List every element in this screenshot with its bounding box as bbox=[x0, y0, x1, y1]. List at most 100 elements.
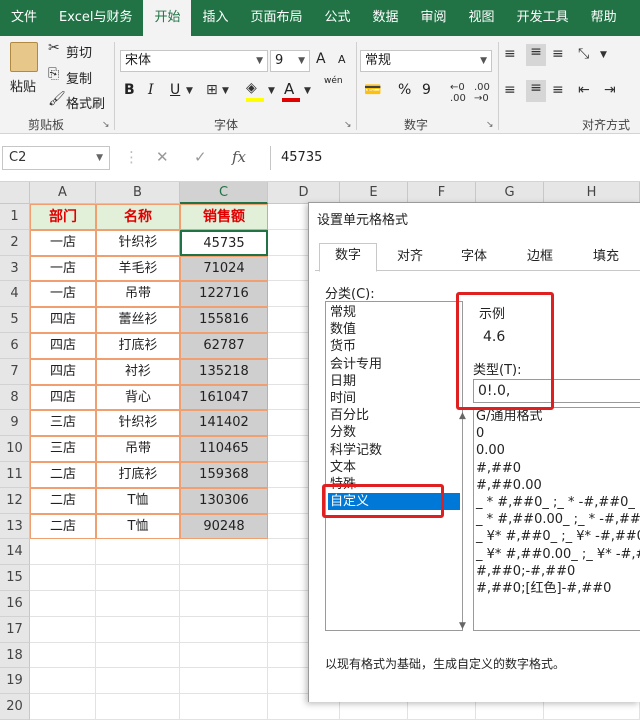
category-item[interactable]: 常规 bbox=[328, 304, 460, 321]
category-list[interactable]: 常规 数值 货币 会计专用 日期 时间 百分比 分数 科学记数 文本 特殊 自定义 bbox=[325, 301, 463, 631]
table-cell[interactable]: 一店 bbox=[30, 229, 96, 256]
category-list-scrollbar[interactable]: ▲ ▼ bbox=[457, 411, 469, 631]
table-cell[interactable]: 三店 bbox=[30, 410, 96, 437]
scissors-icon[interactable]: ✂ bbox=[48, 40, 60, 56]
table-cell[interactable]: 62787 bbox=[180, 333, 268, 359]
row-header[interactable]: 3 bbox=[0, 255, 30, 282]
grid-cell[interactable] bbox=[30, 565, 96, 591]
row-header[interactable]: 19 bbox=[0, 668, 30, 695]
ribbon-tab[interactable]: 插入 bbox=[191, 0, 239, 36]
grid-cell[interactable] bbox=[180, 616, 268, 643]
table-header-cell[interactable]: 部门 bbox=[30, 204, 96, 230]
table-cell[interactable]: 45735 bbox=[180, 229, 268, 256]
table-cell[interactable]: 141402 bbox=[180, 410, 268, 437]
bold-button[interactable]: B bbox=[124, 82, 135, 98]
table-cell[interactable]: 三店 bbox=[30, 436, 96, 462]
grid-cell[interactable] bbox=[180, 539, 268, 566]
row-header[interactable]: 9 bbox=[0, 410, 30, 437]
grid-cell[interactable] bbox=[96, 694, 180, 720]
table-cell[interactable]: 90248 bbox=[180, 513, 268, 540]
format-code-item[interactable]: #,##0.00 bbox=[476, 477, 542, 494]
clipboard-launcher-icon[interactable]: ↘ bbox=[102, 120, 110, 130]
row-header[interactable]: 18 bbox=[0, 642, 30, 669]
row-header[interactable]: 16 bbox=[0, 591, 30, 617]
align-middle-icon[interactable]: ≡ bbox=[526, 44, 546, 66]
increase-font-icon[interactable]: A bbox=[316, 51, 326, 67]
category-item[interactable]: 会计专用 bbox=[328, 356, 460, 373]
category-item[interactable]: 科学记数 bbox=[328, 442, 460, 459]
table-cell[interactable]: 122716 bbox=[180, 281, 268, 308]
select-all-corner[interactable] bbox=[0, 182, 30, 204]
font-color-icon[interactable]: A bbox=[284, 80, 294, 98]
row-header[interactable]: 14 bbox=[0, 539, 30, 566]
table-cell[interactable]: 羊毛衫 bbox=[96, 255, 180, 282]
grid-cell[interactable] bbox=[180, 642, 268, 669]
ribbon-tab[interactable]: 数据 bbox=[362, 0, 410, 36]
grid-cell[interactable] bbox=[96, 668, 180, 695]
grid-cell[interactable] bbox=[96, 591, 180, 617]
column-header[interactable]: A bbox=[30, 182, 96, 204]
formula-input[interactable]: 45735 bbox=[270, 146, 640, 170]
table-cell[interactable]: 打底衫 bbox=[96, 462, 180, 488]
number-launcher-icon[interactable]: ↘ bbox=[486, 120, 494, 130]
grid-cell[interactable] bbox=[30, 668, 96, 695]
format-code-item[interactable]: _ ¥* #,##0_ ;_ ¥* -#,##0_ ; bbox=[476, 528, 640, 545]
column-header[interactable]: F bbox=[408, 182, 476, 204]
row-header[interactable]: 20 bbox=[0, 694, 30, 720]
dialog-tab[interactable]: 填充 bbox=[577, 245, 635, 271]
format-code-item[interactable]: #,##0;-#,##0 bbox=[476, 563, 575, 580]
font-name-select[interactable]: 宋体 ▼ bbox=[120, 50, 268, 72]
ribbon-tab[interactable]: 视图 bbox=[458, 0, 506, 36]
table-cell[interactable]: 二店 bbox=[30, 487, 96, 514]
table-cell[interactable]: 吊带 bbox=[96, 436, 180, 462]
ribbon-tab[interactable]: Excel与财务 bbox=[48, 0, 143, 36]
table-cell[interactable]: 159368 bbox=[180, 462, 268, 488]
grid-cell[interactable] bbox=[180, 565, 268, 591]
align-right-icon[interactable]: ≡ bbox=[552, 82, 564, 98]
row-header[interactable]: 11 bbox=[0, 462, 30, 488]
grid-cell[interactable] bbox=[96, 616, 180, 643]
ribbon-tab[interactable]: 帮助 bbox=[580, 0, 628, 36]
table-cell[interactable]: 吊带 bbox=[96, 281, 180, 308]
category-item[interactable]: 时间 bbox=[328, 390, 460, 407]
table-cell[interactable]: 四店 bbox=[30, 384, 96, 411]
insert-function-icon[interactable]: fx bbox=[232, 148, 246, 166]
row-header[interactable]: 2 bbox=[0, 229, 30, 256]
row-header[interactable]: 7 bbox=[0, 358, 30, 385]
column-header[interactable]: H bbox=[544, 182, 640, 204]
orientation-icon[interactable]: ⤡ bbox=[578, 46, 589, 62]
chevron-down-icon[interactable]: ▼ bbox=[222, 86, 229, 96]
fill-color-icon[interactable]: ◈ bbox=[246, 80, 257, 96]
grid-cell[interactable] bbox=[96, 642, 180, 669]
format-painter-button[interactable]: 格式刷 bbox=[66, 93, 105, 112]
dialog-tab[interactable]: 数字 bbox=[319, 243, 377, 272]
accounting-format-icon[interactable]: 💳 bbox=[364, 82, 381, 98]
format-code-item[interactable]: #,##0;[红色]-#,##0 bbox=[476, 580, 611, 597]
align-bottom-icon[interactable]: ≡ bbox=[552, 46, 564, 62]
row-header[interactable]: 8 bbox=[0, 384, 30, 411]
paste-icon[interactable] bbox=[10, 42, 38, 72]
ribbon-tab[interactable]: 公式 bbox=[314, 0, 362, 36]
table-header-cell[interactable]: 销售额 bbox=[180, 204, 268, 230]
chevron-down-icon[interactable]: ▼ bbox=[600, 50, 607, 60]
grid-cell[interactable] bbox=[96, 565, 180, 591]
increase-decimal-icon[interactable]: ←0.00 bbox=[450, 82, 466, 104]
font-launcher-icon[interactable]: ↘ bbox=[344, 120, 352, 130]
table-cell[interactable]: 蕾丝衫 bbox=[96, 307, 180, 333]
row-header[interactable]: 1 bbox=[0, 204, 30, 230]
enter-check-icon[interactable]: ✓ bbox=[194, 148, 207, 166]
table-cell[interactable]: 135218 bbox=[180, 358, 268, 385]
increase-indent-icon[interactable]: ⇥ bbox=[604, 82, 616, 98]
ribbon-tab[interactable]: 审阅 bbox=[410, 0, 458, 36]
table-cell[interactable]: 130306 bbox=[180, 487, 268, 514]
row-header[interactable]: 5 bbox=[0, 307, 30, 333]
table-header-cell[interactable]: 名称 bbox=[96, 204, 180, 230]
format-code-item[interactable]: #,##0 bbox=[476, 460, 521, 477]
table-cell[interactable]: 155816 bbox=[180, 307, 268, 333]
category-item[interactable]: 百分比 bbox=[328, 407, 460, 424]
dialog-tab[interactable]: 边框 bbox=[511, 245, 569, 271]
number-format-select[interactable]: 常规 ▼ bbox=[360, 50, 492, 72]
table-cell[interactable]: 110465 bbox=[180, 436, 268, 462]
table-cell[interactable]: 二店 bbox=[30, 513, 96, 540]
table-cell[interactable]: 针织衫 bbox=[96, 229, 180, 256]
